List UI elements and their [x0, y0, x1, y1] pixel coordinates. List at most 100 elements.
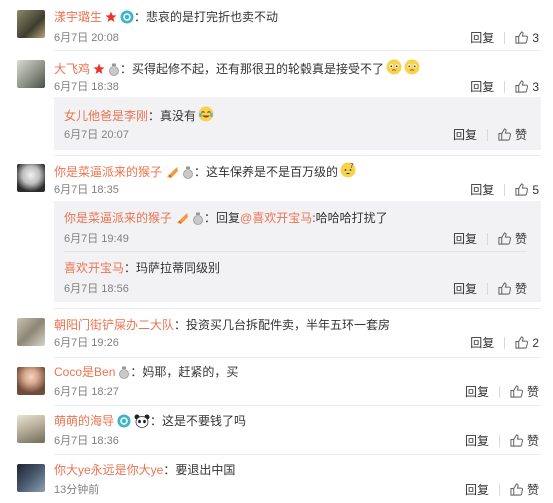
like-button[interactable]: 赞 [498, 230, 527, 247]
level-badge-icon [108, 63, 120, 76]
colon: ： [134, 10, 147, 24]
username[interactable]: 大飞鸡 [54, 61, 90, 77]
comment-item: 朝阳门街铲屎办二大队 ： 投资买几台拆配件卖，半年五环一套房 6月7日 19:2… [0, 309, 553, 357]
star-badge-icon [93, 63, 105, 75]
reply-thread: 你是菜逼派来的猴子 ： 回复 @喜欢开宝马 :哈哈哈打扰了 6月7日 19:49… [54, 201, 541, 302]
divider [504, 183, 506, 196]
timestamp: 6月7日 18:38 [54, 81, 119, 93]
colon: ： [124, 261, 137, 275]
mention-link[interactable]: @喜欢开宝马 [240, 210, 312, 226]
emoji-icon [386, 59, 402, 79]
like-button[interactable]: 3 [515, 31, 539, 45]
reply-button[interactable]: 回复 [453, 126, 477, 143]
like-button[interactable]: 赞 [510, 481, 539, 498]
level-badge-icon [182, 166, 194, 179]
like-button[interactable]: 2 [515, 336, 539, 350]
comment-text: 这是不要钱了吗 [162, 414, 247, 428]
reply-thread: 女儿他爸是李刚 ： 真没有 6月7日 20:07 回复 赞 [54, 97, 541, 150]
thumbs-up-icon [515, 80, 529, 93]
thumbs-up-icon [498, 128, 511, 141]
username[interactable]: 漾宇璐生 [54, 9, 102, 25]
reply-button[interactable]: 回复 [470, 78, 494, 95]
timestamp: 6月7日 18:36 [54, 435, 119, 447]
avatar[interactable] [17, 318, 45, 346]
reply-text: 真没有 [160, 109, 197, 123]
reply-button[interactable]: 回复 [465, 481, 489, 498]
vip-badge-icon [120, 10, 134, 24]
reply-button[interactable]: 回复 [453, 280, 477, 297]
timestamp: 6月7日 18:56 [64, 283, 129, 295]
reply-button[interactable]: 回复 [470, 181, 494, 198]
avatar[interactable] [17, 164, 45, 192]
comment-item: 你是菜逼派来的猴子 ： 这车保养是不是百万级的 ? 6月7日 18:35 回复 … [0, 156, 553, 308]
reply-prefix: 回复 [216, 211, 241, 225]
reply-button[interactable]: 回复 [470, 334, 494, 351]
divider [486, 128, 488, 141]
reply-text: 玛萨拉蒂同级别 [136, 261, 221, 275]
colon: ： [174, 318, 187, 332]
username[interactable]: 喜欢开宝马 [64, 260, 124, 276]
emoji-icon [404, 59, 420, 79]
like-label: 赞 [514, 232, 527, 246]
colon: ： [148, 109, 161, 123]
avatar[interactable] [17, 415, 45, 443]
laugh-cry-emoji-icon [198, 106, 214, 126]
comment-text: 投资买几台拆配件卖，半年五环一套房 [186, 318, 391, 332]
username[interactable]: 你是菜逼派来的猴子 [54, 164, 162, 180]
like-button[interactable]: 赞 [498, 126, 527, 143]
vip-badge-icon [117, 414, 131, 428]
comment-item: 漾宇璐生 ： 悲哀的是打完折也卖不动 6月7日 20:08 回复 3 [0, 0, 553, 50]
comment-text: 妈耶，赶紧的，买 [142, 365, 239, 379]
like-count: 2 [532, 335, 539, 350]
thumbs-up-icon [515, 31, 529, 44]
reply-button[interactable]: 回复 [453, 230, 477, 247]
like-count: 3 [532, 30, 539, 45]
like-button[interactable]: 赞 [510, 432, 539, 449]
level-badge-icon [118, 366, 130, 379]
like-label: 赞 [526, 434, 539, 448]
username[interactable]: 女儿他爸是李刚 [64, 108, 148, 124]
username[interactable]: 你大ye永远是你大ye [54, 462, 163, 478]
thumbs-up-icon [498, 232, 511, 245]
avatar[interactable] [17, 10, 45, 38]
like-label: 赞 [514, 282, 527, 296]
panda-badge-icon [134, 414, 150, 428]
reply-item: 你是菜逼派来的猴子 ： 回复 @喜欢开宝马 :哈哈哈打扰了 6月7日 19:49… [54, 201, 541, 251]
divider [498, 434, 500, 447]
like-button[interactable]: 赞 [510, 383, 539, 400]
thumbs-up-icon [510, 385, 523, 398]
reply-text: :哈哈哈打扰了 [312, 211, 388, 225]
avatar[interactable] [17, 367, 45, 395]
divider [504, 336, 506, 349]
like-button[interactable]: 赞 [498, 280, 527, 297]
comment-item: Coco是Ben ： 妈耶，赶紧的，买 6月7日 18:27 回复 赞 [0, 358, 553, 405]
thumbs-up-icon [515, 336, 529, 349]
like-button[interactable]: 5 [515, 183, 539, 197]
comment-item: 你大ye永远是你大ye ： 要退出中国 13分钟前 回复 赞 [0, 455, 553, 503]
comment-text: 要退出中国 [175, 463, 236, 477]
avatar[interactable] [17, 60, 45, 88]
thumbs-up-icon [510, 483, 523, 496]
thumbs-up-icon [510, 434, 523, 447]
username[interactable]: 朝阳门街铲屎办二大队 [54, 317, 174, 333]
avatar[interactable] [17, 464, 45, 492]
comment-text: 这车保养是不是百万级的 [206, 165, 339, 179]
username[interactable]: 萌萌的海导 [54, 413, 114, 429]
thumbs-up-icon [515, 183, 529, 196]
reply-item: 女儿他爸是李刚 ： 真没有 6月7日 20:07 回复 赞 [54, 97, 541, 150]
colon: ： [163, 463, 176, 477]
reply-button[interactable]: 回复 [465, 432, 489, 449]
like-button[interactable]: 3 [515, 80, 539, 94]
colon: ： [150, 414, 163, 428]
colon: ： [204, 211, 217, 225]
reply-button[interactable]: 回复 [465, 383, 489, 400]
username[interactable]: 你是菜逼派来的猴子 [64, 210, 172, 226]
colon: ： [130, 365, 143, 379]
thumbs-up-icon [498, 282, 511, 295]
fire-badge-icon [165, 165, 179, 179]
comment-item: 萌萌的海导 ： 这是不要钱了吗 6月7日 18:36 回复 赞 [0, 406, 553, 454]
comment-text: 买得起修不起，还有那很丑的轮毂真是接受不了 [132, 62, 385, 76]
username[interactable]: Coco是Ben [54, 364, 115, 380]
reply-button[interactable]: 回复 [470, 29, 494, 46]
timestamp: 6月7日 20:08 [54, 32, 119, 44]
